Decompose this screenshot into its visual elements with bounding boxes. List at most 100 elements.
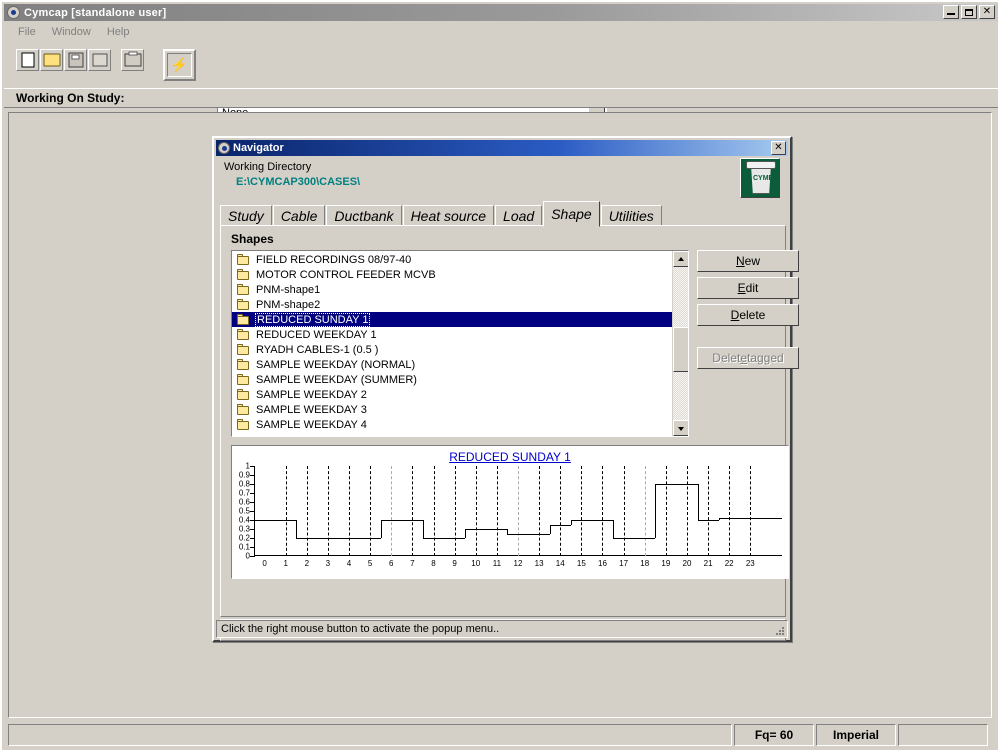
chart-step-riser	[570, 520, 572, 525]
delete-tagged-button: Delet e tagged	[697, 347, 799, 369]
list-item[interactable]: REDUCED WEEKDAY 1	[232, 327, 672, 342]
chart-step-segment	[591, 520, 614, 521]
list-item[interactable]: FIELD RECORDINGS 08/97-40	[232, 252, 672, 267]
chart-step-segment	[317, 538, 339, 539]
folder-icon	[237, 374, 250, 385]
chart-y-tick-label: 0.4	[238, 515, 250, 525]
chart-y-tick	[250, 511, 255, 512]
chart-step-segment	[528, 533, 550, 535]
menu-item-window[interactable]: Window	[44, 25, 99, 39]
chart-step-segment	[465, 529, 487, 530]
chart-step-segment	[634, 538, 656, 539]
shapes-list-scrollbar[interactable]	[672, 251, 688, 436]
tab-utilities[interactable]: Utilities	[600, 205, 662, 227]
status-message-cell	[8, 724, 732, 746]
list-item[interactable]: PNM-shape2	[232, 297, 672, 312]
menu-item-help[interactable]: Help	[99, 25, 138, 39]
tab-heat-source[interactable]: Heat source	[402, 205, 495, 227]
chart-step-riser	[507, 529, 509, 534]
tab-load[interactable]: Load	[495, 205, 543, 227]
chart-step-riser	[549, 524, 551, 534]
chart-plot-area: 1 0.9 0.8 0.7 0.6 0.5 0.4 0.3 0.2 0.1 0 0 1 2 3 4 5 6 7 8 9 1…	[239, 462, 782, 568]
list-item[interactable]: MOTOR CONTROL FEEDER MCVB	[232, 267, 672, 282]
chart-gridline	[708, 466, 710, 556]
print-button[interactable]	[121, 49, 144, 71]
chart-step-riser	[697, 484, 699, 520]
chart-x-tick-label: 12	[513, 559, 523, 568]
chart-gridline	[602, 466, 604, 556]
chart-step-segment	[338, 538, 360, 539]
working-directory-area: Working Directory E:\CYMCAP300\CASES\ CY…	[218, 158, 786, 200]
delete-tagged-prefix: Delet	[712, 351, 741, 365]
lightning-bolt-icon: ⚡	[170, 56, 189, 73]
folder-icon	[237, 299, 250, 310]
chart-gridline	[686, 466, 688, 556]
chart-gridline	[750, 466, 752, 556]
open-study-button[interactable]	[40, 49, 63, 71]
tab-ductbank[interactable]: Ductbank	[326, 205, 402, 227]
tab-shape[interactable]: Shape	[543, 201, 600, 227]
navigator-app-icon	[218, 142, 230, 154]
chart-x-tick-label: 19	[661, 559, 671, 568]
maximize-button[interactable]	[961, 5, 977, 19]
edit-button[interactable]: Edit	[697, 277, 799, 299]
list-item[interactable]: SAMPLE WEEKDAY 4	[232, 417, 672, 432]
save-as-button[interactable]	[88, 49, 111, 71]
trash-can-icon[interactable]: CYME	[740, 158, 780, 198]
save-study-button[interactable]	[64, 49, 87, 71]
status-units-cell: Imperial	[816, 724, 896, 746]
chart-x-tick-label: 14	[555, 559, 565, 568]
chart-x-tick-label: 1	[283, 559, 288, 568]
navigator-close-button[interactable]: ✕	[771, 141, 786, 155]
chart-step-segment	[486, 529, 508, 530]
chart-y-tick-label: 0.3	[238, 524, 250, 534]
window-controls: ✕	[943, 5, 995, 19]
chart-x-tick-label: 21	[703, 559, 713, 568]
list-item[interactable]: SAMPLE WEEKDAY (SUMMER)	[232, 372, 672, 387]
chart-step-segment	[422, 538, 445, 539]
status-extra-cell	[898, 724, 988, 746]
chart-y-tick-label: 0.8	[238, 479, 250, 489]
chart-y-tick-label: 1	[245, 461, 250, 471]
chart-y-tick-label: 0.6	[238, 497, 250, 507]
list-item[interactable]: REDUCED SUNDAY 1	[232, 312, 672, 327]
chart-step-segment	[359, 538, 381, 539]
close-button[interactable]: ✕	[979, 5, 995, 19]
chart-step-segment	[380, 520, 402, 521]
delete-button-suffix: elete	[739, 308, 766, 322]
list-item[interactable]: SAMPLE WEEKDAY (NORMAL)	[232, 357, 672, 372]
new-button[interactable]: New	[697, 250, 799, 272]
chart-x-tick-label: 10	[471, 559, 481, 568]
new-study-button[interactable]	[16, 49, 39, 71]
run-button[interactable]: ⚡	[163, 49, 196, 81]
shapes-section-label: Shapes	[231, 232, 274, 246]
minimize-button[interactable]	[943, 5, 959, 19]
list-item[interactable]: RYADH CABLES-1 (0.5 )	[232, 342, 672, 357]
resize-grip-icon[interactable]	[773, 624, 785, 636]
scroll-down-icon[interactable]	[673, 420, 688, 436]
chart-step-segment	[401, 520, 423, 521]
chart-x-tick-label: 16	[598, 559, 607, 568]
navigator-dialog: Navigator ✕ Working Directory E:\CYMCAP3…	[212, 136, 799, 642]
tab-study[interactable]: Study	[220, 205, 272, 227]
list-item[interactable]: PNM-shape1	[232, 282, 672, 297]
tab-cable[interactable]: Cable	[272, 205, 326, 227]
scrollbar-thumb[interactable]	[673, 327, 688, 372]
menu-item-file[interactable]: File	[10, 25, 44, 39]
list-item[interactable]: SAMPLE WEEKDAY 2	[232, 387, 672, 402]
delete-button[interactable]: Delete	[697, 304, 799, 326]
chart-step-riser	[296, 520, 298, 538]
shapes-listbox[interactable]: FIELD RECORDINGS 08/97-40 MOTOR CONTROL F…	[231, 250, 689, 437]
edit-button-accel: E	[737, 281, 746, 295]
printer-icon	[124, 51, 141, 67]
chart-x-tick-label: 22	[724, 559, 734, 568]
app-icon	[7, 6, 20, 19]
scroll-up-icon[interactable]	[673, 251, 688, 267]
chart-x-tick-label: 5	[367, 559, 373, 568]
list-item[interactable]: SAMPLE WEEKDAY 3	[232, 402, 672, 417]
chart-step-segment	[296, 538, 318, 539]
delete-tagged-accel: e	[740, 351, 747, 365]
chart-title: REDUCED SUNDAY 1	[449, 450, 571, 464]
list-item-label: RYADH CABLES-1 (0.5 )	[256, 343, 379, 356]
tab-filler	[662, 204, 786, 227]
